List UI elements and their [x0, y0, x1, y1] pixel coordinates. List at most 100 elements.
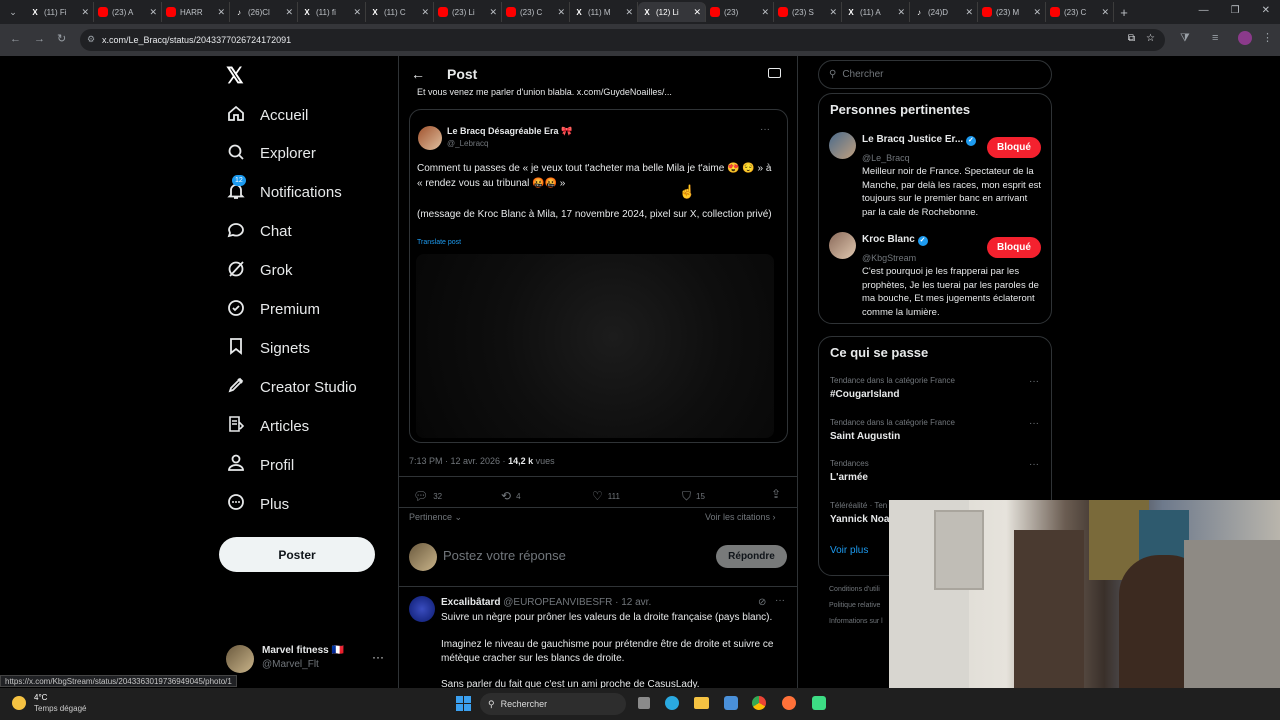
footer-link[interactable]: Politique relative	[829, 598, 883, 614]
reader-view-icon[interactable]	[768, 68, 781, 78]
reply-input[interactable]: Postez votre réponse	[443, 548, 566, 563]
close-tab-icon[interactable]: ✕	[217, 7, 225, 18]
browser-tab[interactable]: X (11) M ✕	[570, 2, 638, 22]
firefox-icon[interactable]	[782, 696, 796, 710]
extensions-icon[interactable]: ⧩	[1180, 32, 1190, 45]
close-tab-icon[interactable]: ✕	[421, 7, 429, 18]
browser-tab[interactable]: (23) Li ✕	[434, 2, 502, 22]
minimize-icon[interactable]: —	[1199, 5, 1209, 16]
sort-dropdown[interactable]: Pertinence ⌄	[409, 512, 462, 523]
nav-item-plus[interactable]: Plus	[226, 492, 289, 516]
close-tab-icon[interactable]: ✕	[149, 7, 157, 18]
more-icon[interactable]: ···	[1029, 418, 1039, 429]
back-icon[interactable]: ←	[10, 33, 21, 45]
nav-item-articles[interactable]: Articles	[226, 414, 309, 438]
grok-icon[interactable]: ⊘	[758, 597, 766, 608]
taskbar-search[interactable]: ⚲ Rechercher	[480, 693, 626, 715]
translate-link[interactable]: Translate post	[417, 239, 461, 246]
nav-item-chat[interactable]: Chat	[226, 220, 292, 244]
browser-tab[interactable]: X (11) A ✕	[842, 2, 910, 22]
blocked-button[interactable]: Bloqué	[987, 137, 1041, 158]
reply-action[interactable]: 💬︎ 32	[413, 489, 442, 503]
edge-icon[interactable]	[665, 696, 679, 710]
repost-action[interactable]: ⟲ 4	[501, 489, 521, 503]
reply-button[interactable]: Répondre	[716, 545, 787, 568]
close-window-icon[interactable]: ✕	[1262, 5, 1270, 16]
profile-avatar[interactable]	[1238, 31, 1252, 45]
nav-item-grok[interactable]: Grok	[226, 259, 293, 283]
nav-item-explorer[interactable]: Explorer	[226, 142, 316, 166]
close-tab-icon[interactable]: ✕	[1101, 7, 1109, 18]
post-button[interactable]: Poster	[219, 537, 375, 572]
browser-tab[interactable]: (23) M ✕	[978, 2, 1046, 22]
bookmark-star-icon[interactable]: ☆	[1146, 33, 1155, 44]
footer-link[interactable]: Informations sur l	[829, 614, 883, 630]
footer-link[interactable]: Conditions d'utili	[829, 582, 883, 598]
close-tab-icon[interactable]: ✕	[829, 7, 837, 18]
back-arrow-icon[interactable]: ←	[411, 66, 425, 82]
bookmark-action[interactable]: ⛉ 15	[682, 489, 705, 504]
account-switcher[interactable]: Marvel fitness 🇫🇷 @Marvel_Flt ···	[226, 644, 386, 673]
close-tab-icon[interactable]: ✕	[693, 7, 701, 18]
quoted-post[interactable]: Le Bracq Désagréable Era 🎀 @_Lebracq ···…	[409, 109, 788, 443]
browser-tab[interactable]: (23) ✕	[706, 2, 774, 22]
install-app-icon[interactable]: ⧉	[1128, 33, 1135, 44]
close-tab-icon[interactable]: ✕	[81, 7, 89, 18]
nav-item-premium[interactable]: Premium	[226, 298, 320, 322]
more-icon[interactable]: ···	[1029, 459, 1039, 470]
nav-item-creator-studio[interactable]: Creator Studio	[226, 375, 357, 399]
reload-icon[interactable]: ↻	[57, 32, 66, 45]
browser-tab[interactable]: (23) C ✕	[502, 2, 570, 22]
close-tab-icon[interactable]: ✕	[489, 7, 497, 18]
share-icon[interactable]: ⇪	[771, 487, 781, 501]
more-icon[interactable]: ···	[1029, 376, 1039, 387]
browser-tab[interactable]: (23) A ✕	[94, 2, 162, 22]
media-icon[interactable]: ≡	[1212, 32, 1218, 44]
nav-item-signets[interactable]: Signets	[226, 336, 310, 360]
close-tab-icon[interactable]: ✕	[761, 7, 769, 18]
chrome-icon[interactable]	[752, 696, 766, 710]
quoted-image-blurred[interactable]	[416, 254, 774, 438]
browser-tab[interactable]: (23) S ✕	[774, 2, 842, 22]
forward-icon[interactable]: →	[34, 33, 45, 45]
browser-tab[interactable]: ♪ (26)Cl ✕	[230, 2, 298, 22]
blocked-button[interactable]: Bloqué	[987, 237, 1041, 258]
browser-menu-icon[interactable]: ⋮	[1262, 31, 1273, 44]
card-title: Personnes pertinentes	[830, 102, 971, 117]
nav-item-notifications[interactable]: 12 Notifications	[226, 174, 342, 205]
close-tab-icon[interactable]: ✕	[965, 7, 973, 18]
more-icon[interactable]: ···	[372, 650, 384, 664]
file-explorer-icon[interactable]	[694, 697, 709, 709]
site-info-icon[interactable]: ⚙	[87, 34, 95, 45]
new-tab-button[interactable]: +	[1114, 5, 1134, 20]
x-logo-icon[interactable]: 𝕏	[226, 63, 244, 89]
restore-icon[interactable]: ❐	[1231, 5, 1240, 16]
browser-tab[interactable]: X (11) C ✕	[366, 2, 434, 22]
browser-tab[interactable]: (23) C ✕	[1046, 2, 1114, 22]
browser-tab[interactable]: HARR ✕	[162, 2, 230, 22]
show-more-link[interactable]: Voir plus	[830, 545, 868, 556]
tab-search-chevron-icon[interactable]: ⌄	[0, 7, 26, 18]
close-tab-icon[interactable]: ✕	[625, 7, 633, 18]
browser-tab[interactable]: X (11) Fi ✕	[26, 2, 94, 22]
like-action[interactable]: ♡ 111	[592, 489, 620, 503]
app-icon[interactable]	[812, 696, 826, 710]
browser-tab[interactable]: X (11) fi ✕	[298, 2, 366, 22]
more-icon[interactable]: ···	[760, 124, 770, 135]
close-tab-icon[interactable]: ✕	[897, 7, 905, 18]
store-icon[interactable]	[724, 696, 738, 710]
more-icon[interactable]: ···	[775, 595, 785, 606]
nav-item-accueil[interactable]: Accueil	[226, 103, 308, 127]
view-quotes-link[interactable]: Voir les citations ›	[705, 512, 776, 522]
browser-tab[interactable]: ♪ (24)D ✕	[910, 2, 978, 22]
close-tab-icon[interactable]: ✕	[353, 7, 361, 18]
address-bar[interactable]: ⚙ x.com/Le_Bracq/status/2043377026724172…	[80, 29, 1165, 51]
search-input[interactable]: ⚲ Chercher	[818, 60, 1052, 89]
close-tab-icon[interactable]: ✕	[557, 7, 565, 18]
close-tab-icon[interactable]: ✕	[285, 7, 293, 18]
nav-item-profil[interactable]: Profil	[226, 453, 294, 477]
task-view-icon[interactable]	[638, 697, 650, 709]
windows-start-icon[interactable]	[456, 696, 471, 711]
browser-tab[interactable]: X (12) Li ✕	[638, 2, 706, 22]
close-tab-icon[interactable]: ✕	[1033, 7, 1041, 18]
